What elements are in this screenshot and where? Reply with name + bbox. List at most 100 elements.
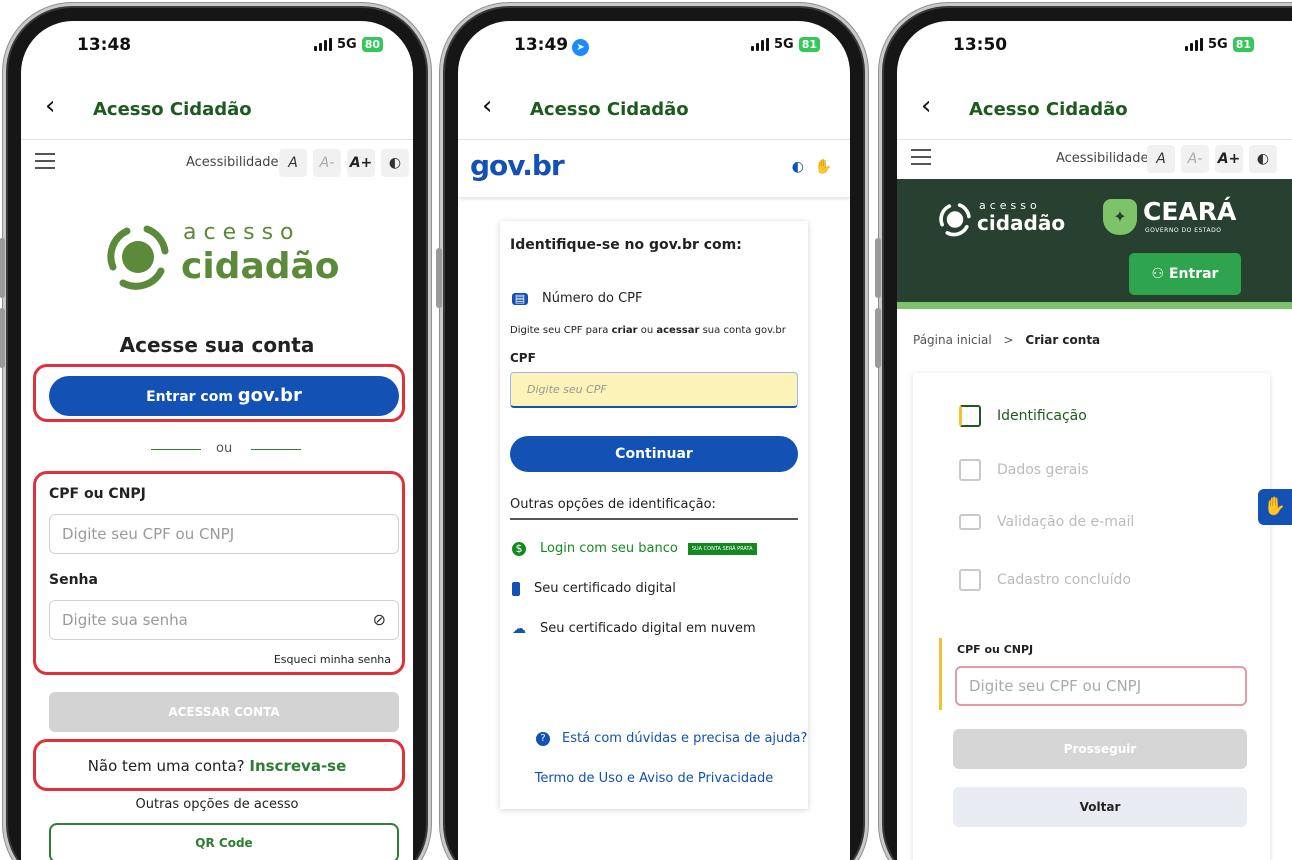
breadcrumb-separator: > — [1003, 333, 1014, 347]
cloud-certificate-label: Seu certificado digital em nuvem — [540, 621, 756, 636]
separator-line — [251, 449, 301, 450]
page-title: Acesse sua conta — [119, 333, 315, 357]
app-title: Acesso Cidadão — [969, 99, 1128, 120]
logo-icon — [107, 225, 169, 290]
qr-code-button[interactable]: QR Code — [49, 823, 399, 860]
font-decrease-button[interactable]: A- — [1181, 145, 1209, 173]
certificate-label: Seu certificado digital — [534, 581, 676, 596]
step-label: Identificação — [997, 408, 1087, 424]
contrast-icon[interactable]: ◐ — [381, 149, 409, 177]
contrast-icon[interactable]: ◐ — [1249, 145, 1277, 173]
phone-2: 13:49 ➤ 5G 81 ‹ Acesso Cidadão gov.br ◐ ✋… — [436, 8, 863, 860]
screen-1: 13:48 5G 80 ‹ Acesso Cidadão Acessibilid… — [21, 21, 413, 860]
signup-link[interactable]: Inscreva-se — [249, 757, 346, 775]
other-options-divider — [510, 518, 798, 520]
govbr-button-prefix: Entrar com — [146, 389, 233, 405]
battery-icon: 81 — [798, 37, 820, 52]
bank-icon: $ — [512, 541, 526, 556]
battery-icon: 80 — [361, 37, 383, 52]
step-label: Cadastro concluído — [997, 572, 1132, 588]
font-increase-button[interactable]: A+ — [1215, 145, 1243, 173]
cloud-icon: ☁ — [512, 620, 526, 637]
instruction-part: sua conta gov.br — [699, 325, 786, 336]
back-button[interactable]: Voltar — [953, 787, 1247, 827]
govbr-login-button[interactable]: Entrar com gov.br — [49, 376, 399, 416]
separator-line — [151, 449, 201, 450]
status-time: 13:48 — [77, 35, 132, 55]
status-time: 13:50 — [953, 35, 1008, 55]
sign-language-widget[interactable]: ✋ — [1258, 489, 1292, 525]
step-dados-gerais: Dados gerais — [959, 459, 1089, 481]
cpf-option[interactable]: ▤ Número do CPF — [512, 291, 643, 306]
access-account-button[interactable]: ACESSAR CONTA — [49, 692, 399, 732]
network-label: 5G — [1207, 37, 1228, 52]
ceara-name: CEARÁ — [1143, 197, 1237, 226]
signup-row: Não tem uma conta? Inscreva-se — [21, 757, 413, 775]
cpf-label: CPF ou CNPJ — [49, 486, 146, 502]
contrast-icon[interactable]: ◐ — [792, 159, 804, 175]
mail-icon — [959, 514, 981, 530]
cpf-label: CPF ou CNPJ — [957, 643, 1034, 656]
breadcrumb-current: Criar conta — [1025, 333, 1101, 347]
status-time-text: 13:49 — [514, 35, 569, 55]
cloud-certificate-option[interactable]: ☁ Seu certificado digital em nuvem — [512, 620, 756, 637]
ceara-subtitle: GOVERNO DO ESTADO — [1145, 227, 1222, 234]
back-icon[interactable]: ‹ — [482, 91, 492, 121]
app-bar: ‹ Acesso Cidadão — [897, 91, 1292, 137]
back-icon[interactable]: ‹ — [921, 91, 931, 121]
certificate-option[interactable]: Seu certificado digital — [512, 581, 676, 596]
location-arrow-icon: ➤ — [572, 39, 590, 56]
divider — [458, 139, 850, 140]
app-title: Acesso Cidadão — [93, 99, 252, 120]
bank-login-label: Login com seu banco — [540, 541, 678, 556]
proceed-button[interactable]: Prosseguir — [953, 729, 1247, 769]
terms-link[interactable]: Termo de Uso e Aviso de Privacidade — [500, 771, 808, 786]
cpf-input[interactable]: Digite seu CPF — [510, 372, 798, 408]
signup-text: Não tem uma conta? — [87, 757, 245, 775]
instruction-part: criar — [611, 325, 638, 336]
sign-language-icon[interactable]: ✋ — [815, 159, 832, 175]
logo-top-word: acesso — [183, 220, 301, 245]
help-link-text: Está com dúvidas e precisa de ajuda? — [562, 731, 808, 746]
menu-icon[interactable] — [911, 149, 931, 170]
breadcrumb-home[interactable]: Página inicial — [913, 333, 992, 347]
or-separator: ou — [151, 441, 301, 461]
screen-3: 13:50 5G 81 ‹ Acesso Cidadão Acessibilid… — [897, 21, 1292, 860]
network-label: 5G — [773, 37, 794, 52]
volume-button — [875, 308, 881, 368]
govbr-button-brand: gov.br — [237, 385, 302, 406]
identify-card: Identifique-se no gov.br com: ▤ Número d… — [500, 221, 808, 809]
accessibility-label: Acessibilidade — [186, 155, 279, 170]
eye-off-icon[interactable]: ⊘ — [373, 610, 386, 629]
enter-button[interactable]: ⚇ Entrar — [1129, 253, 1241, 295]
cpf-input[interactable]: Digite seu CPF ou CNPJ — [49, 514, 399, 554]
cpf-input[interactable]: Digite seu CPF ou CNPJ — [955, 666, 1247, 706]
instruction-part: ou — [637, 325, 657, 336]
font-default-button[interactable]: A — [279, 149, 307, 177]
document-check-icon — [959, 569, 981, 591]
divider — [21, 139, 413, 140]
other-options-label: Outras opções de acesso — [135, 797, 299, 812]
battery-icon: 81 — [1232, 37, 1254, 52]
volume-button — [0, 308, 5, 368]
govbr-header: gov.br ◐ ✋ — [458, 141, 850, 197]
ceara-seal-icon: ✦ — [1103, 199, 1137, 235]
status-icons: 5G 80 — [313, 37, 383, 52]
phone-1: 13:48 5G 80 ‹ Acesso Cidadão Acessibilid… — [0, 8, 426, 860]
back-icon[interactable]: ‹ — [45, 91, 55, 121]
font-decrease-button[interactable]: A- — [313, 149, 341, 177]
step-identificacao: Identificação — [959, 405, 1087, 427]
silver-account-badge: SUA CONTA SERÁ PRATA — [687, 542, 757, 555]
network-label: 5G — [336, 37, 357, 52]
help-link[interactable]: ? Está com dúvidas e precisa de ajuda? — [536, 731, 807, 746]
continue-button[interactable]: Continuar — [510, 436, 798, 472]
help-icon: ? — [536, 731, 550, 746]
font-default-button[interactable]: A — [1147, 145, 1175, 173]
bank-login-option[interactable]: $ Login com seu banco SUA CONTA SERÁ PRA… — [512, 541, 757, 556]
font-increase-button[interactable]: A+ — [347, 149, 375, 177]
password-input[interactable]: Digite sua senha ⊘ — [49, 600, 399, 640]
menu-icon[interactable] — [35, 153, 55, 174]
logo-bottom-word: cidadão — [977, 211, 1066, 235]
forgot-password-link[interactable]: Esqueci minha senha — [274, 653, 391, 666]
signup-card: Identificação Dados gerais Validação de … — [913, 373, 1270, 860]
